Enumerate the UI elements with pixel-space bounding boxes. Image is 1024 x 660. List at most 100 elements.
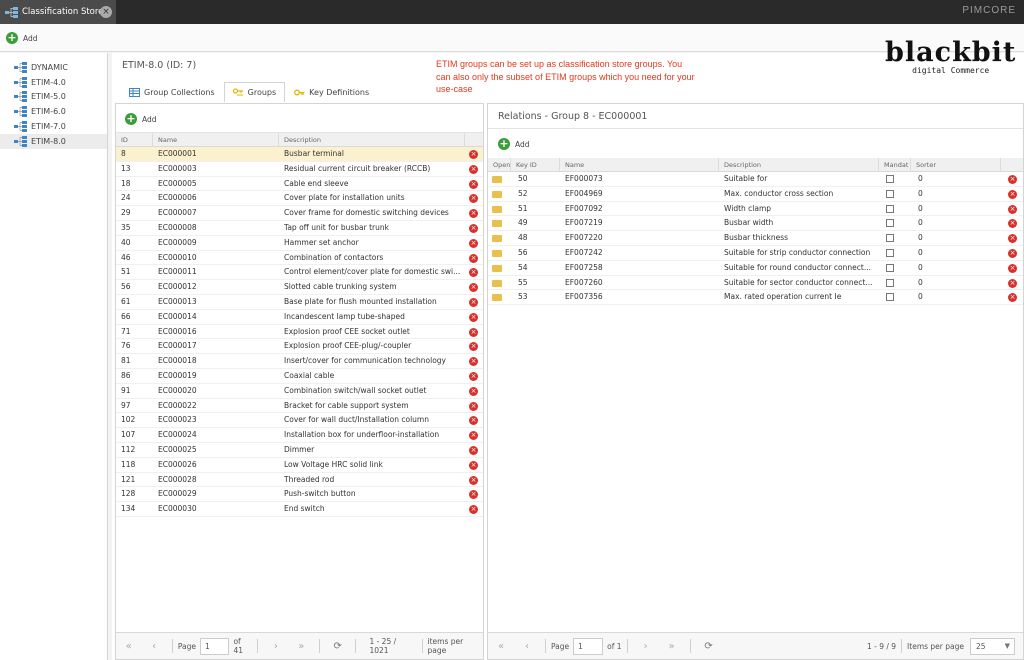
folder-icon[interactable] [492,205,502,213]
tree-item-etim-5-0[interactable]: ETIM-5.0 [0,90,107,105]
delete-icon[interactable]: × [1008,248,1017,258]
delete-icon[interactable]: × [1008,234,1017,244]
table-row[interactable]: 102 EC000023 Cover for wall duct/Installat… [116,413,483,429]
folder-icon[interactable] [492,264,502,272]
column-header-open[interactable]: Open [488,158,511,171]
mandatory-checkbox[interactable] [886,219,894,228]
next-page-icon[interactable]: › [263,641,288,652]
column-header-key-id[interactable]: Key ID [511,158,560,171]
delete-icon[interactable]: × [469,238,478,248]
delete-icon[interactable]: × [469,327,478,337]
table-row[interactable]: 52 EF004969 Max. conductor cross section 0 × [488,187,1023,202]
table-row[interactable]: 51 EF007092 Width clamp 0 × [488,202,1023,217]
tree-item-etim-7-0[interactable]: ETIM-7.0 [0,119,107,134]
tree-item-etim-4-0[interactable]: ETIM-4.0 [0,75,107,90]
table-row[interactable]: 55 EF007260 Suitable for sector conductor … [488,276,1023,291]
table-row[interactable]: 112 EC000025 Dimmer × [116,443,483,458]
column-header-sorter[interactable]: Sorter [911,158,1001,171]
folder-icon[interactable] [492,279,502,287]
delete-icon[interactable]: × [1008,189,1017,199]
delete-icon[interactable]: × [469,371,478,381]
delete-icon[interactable]: × [469,268,478,278]
folder-icon[interactable] [492,190,502,198]
items-per-page-select[interactable]: 25 ▼ [970,637,1015,655]
table-row[interactable]: 24 EC000006 Cover plate for installation u… [116,191,483,207]
table-row[interactable]: 76 EC000017 Explosion proof CEE-plug/-coup… [116,339,483,355]
tab-group-collections[interactable]: Group Collections [120,82,224,102]
table-row[interactable]: 81 EC000018 Insert/cover for communication… [116,354,483,369]
table-row[interactable]: 53 EF007356 Max. rated operation current I… [488,290,1023,306]
prev-page-icon[interactable]: ‹ [141,641,166,652]
mandatory-checkbox[interactable] [886,234,894,243]
delete-icon[interactable]: × [1008,263,1017,273]
delete-icon[interactable]: × [469,505,478,515]
table-row[interactable]: 71 EC000016 Explosion proof CEE socket out… [116,325,483,340]
delete-icon[interactable]: × [469,460,478,470]
folder-icon[interactable] [492,220,502,228]
delete-icon[interactable]: × [469,490,478,500]
delete-icon[interactable]: × [1008,219,1017,229]
delete-icon[interactable]: × [1008,278,1017,288]
tree-item-etim-8-0[interactable]: ETIM-8.0 [0,133,107,149]
delete-icon[interactable]: × [469,164,478,174]
delete-icon[interactable]: × [469,283,478,293]
delete-icon[interactable]: × [469,150,478,159]
tab-groups[interactable]: Groups [223,82,286,102]
table-row[interactable]: 35 EC000008 Tap off unit for busbar trunk × [116,221,483,236]
column-header-name[interactable]: Name [560,158,719,171]
add-store-button[interactable]: + Add [6,32,38,44]
delete-icon[interactable]: × [469,253,478,263]
table-row[interactable]: 86 EC000019 Coaxial cable × [116,369,483,384]
column-header-description[interactable]: Description [279,133,465,146]
table-row[interactable]: 40 EC000009 Hammer set anchor × [116,236,483,251]
table-row[interactable]: 46 EC000010 Combination of contactors × [116,251,483,266]
column-header-name[interactable]: Name [153,133,279,146]
delete-icon[interactable]: × [469,297,478,307]
mandatory-checkbox[interactable] [886,175,894,183]
mandatory-checkbox[interactable] [886,293,894,302]
table-row[interactable]: 107 EC000024 Installation box for underflo… [116,428,483,443]
prev-page-icon[interactable]: ‹ [514,641,540,652]
delete-icon[interactable]: × [469,416,478,426]
delete-icon[interactable]: × [1008,293,1017,303]
refresh-icon[interactable]: ⟳ [696,641,722,652]
add-relation-button[interactable]: + Add [498,138,530,150]
table-row[interactable]: 18 EC000005 Cable end sleeve × [116,177,483,192]
tab-key-definitions[interactable]: Key Definitions [285,82,378,102]
table-row[interactable]: 66 EC000014 Incandescent lamp tube-shaped × [116,310,483,325]
table-row[interactable]: 56 EC000012 Slotted cable trunking system × [116,280,483,295]
delete-icon[interactable]: × [469,342,478,352]
table-row[interactable]: 128 EC000029 Push-switch button × [116,487,483,503]
last-page-icon[interactable]: » [289,641,314,652]
table-row[interactable]: 61 EC000013 Base plate for flush mounted i… [116,295,483,310]
tree-item-dynamic[interactable]: DYNAMIC [0,60,107,75]
table-row[interactable]: 48 EF007220 Busbar thickness 0 × [488,231,1023,246]
mandatory-checkbox[interactable] [886,248,894,257]
first-page-icon[interactable]: « [116,641,141,652]
column-header-id[interactable]: ID [116,133,153,146]
column-header-description[interactable]: Description [719,158,879,171]
first-page-icon[interactable]: « [488,641,514,652]
delete-icon[interactable]: × [469,431,478,441]
add-group-button[interactable]: + Add [125,113,157,125]
folder-icon[interactable] [492,176,502,183]
folder-icon[interactable] [492,249,502,257]
table-row[interactable]: 97 EC000022 Bracket for cable support syst… [116,399,483,414]
table-row[interactable]: 121 EC000028 Threaded rod × [116,473,483,488]
delete-icon[interactable]: × [469,386,478,396]
column-header-mandatory[interactable]: Mandat [879,158,911,171]
tree-item-etim-6-0[interactable]: ETIM-6.0 [0,104,107,119]
table-row[interactable]: 13 EC000003 Residual current circuit break… [116,162,483,177]
table-row[interactable]: 49 EF007219 Busbar width 0 × [488,216,1023,232]
table-row[interactable]: 118 EC000026 Low Voltage HRC solid link × [116,458,483,473]
next-page-icon[interactable]: › [633,641,659,652]
delete-icon[interactable]: × [469,209,478,219]
table-row[interactable]: 50 EF000073 Suitable for 0 × [488,172,1023,187]
delete-icon[interactable]: × [469,312,478,322]
mandatory-checkbox[interactable] [886,204,894,213]
last-page-icon[interactable]: » [659,641,685,652]
table-row[interactable]: 91 EC000020 Combination switch/wall socket… [116,384,483,399]
delete-icon[interactable]: × [469,401,478,411]
close-tab-icon[interactable]: × [100,6,112,18]
table-row[interactable]: 29 EC000007 Cover frame for domestic switc… [116,206,483,221]
